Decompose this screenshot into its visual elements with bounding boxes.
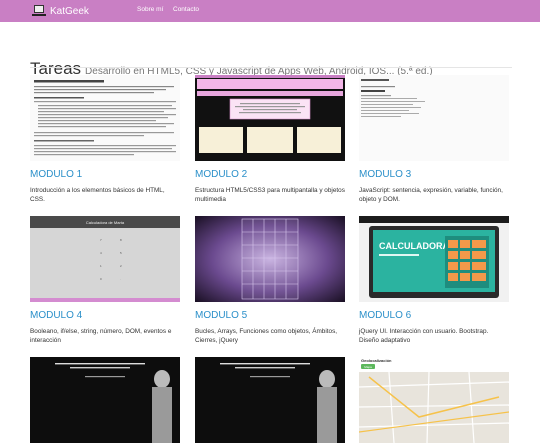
module-thumbnail[interactable]: CALCULADORA bbox=[359, 216, 509, 302]
purple-tile-grid-image bbox=[195, 216, 345, 302]
nav-link-contact[interactable]: Contacto bbox=[173, 6, 199, 13]
module-thumbnail[interactable] bbox=[359, 75, 509, 161]
module-thumbnail[interactable] bbox=[195, 357, 345, 443]
thumbnail-caption: CALCULADORA bbox=[379, 241, 449, 251]
module-description: Booleano, if/else, string, número, DOM, … bbox=[30, 328, 172, 344]
brand-link[interactable]: KatGeek bbox=[31, 3, 89, 19]
dark-quote-statue-image bbox=[195, 357, 345, 443]
calculator-app-phone-image: CALCULADORA bbox=[359, 216, 509, 302]
module-title[interactable]: MODULO 1 bbox=[30, 169, 82, 180]
calculator-grid-image: Calculadora de Marta 78 45 12 0. bbox=[30, 216, 180, 302]
laptop-icon bbox=[32, 5, 46, 16]
top-navbar: KatGeek Sobre mí Contacto bbox=[0, 0, 540, 22]
module-thumbnail[interactable]: Calculadora de Marta 78 45 12 0. bbox=[30, 216, 180, 302]
nav-link-about[interactable]: Sobre mí bbox=[137, 6, 163, 13]
module-thumbnail[interactable] bbox=[195, 75, 345, 161]
header-divider bbox=[30, 67, 512, 68]
module-thumbnail[interactable] bbox=[195, 216, 345, 302]
module-description: Introducción a los elementos básicos de … bbox=[30, 187, 165, 203]
module-title[interactable]: MODULO 6 bbox=[359, 310, 411, 321]
module-description: Bucles, Arrays, Funciones como objetos, … bbox=[195, 328, 338, 344]
module-title[interactable]: MODULO 2 bbox=[195, 169, 247, 180]
document-page-image bbox=[30, 75, 180, 161]
dark-quote-statue-image bbox=[30, 357, 180, 443]
module-title[interactable]: MODULO 3 bbox=[359, 169, 411, 180]
code-listing-page-image bbox=[359, 75, 509, 161]
module-title[interactable]: MODULO 4 bbox=[30, 310, 82, 321]
module-description: Estructura HTML5/CSS3 para multipantalla… bbox=[195, 187, 345, 203]
module-title[interactable]: MODULO 5 bbox=[195, 310, 247, 321]
brand-name: KatGeek bbox=[50, 5, 89, 17]
thumbnail-caption: Geolocalización bbox=[361, 358, 392, 363]
module-thumbnail[interactable] bbox=[30, 75, 180, 161]
module-description: JavaScript: sentencia, expresión, variab… bbox=[359, 187, 503, 203]
thumbnail-button-label: Mapa bbox=[364, 365, 372, 369]
dark-layout-page-image bbox=[195, 75, 345, 161]
module-description: jQuery UI. Interacción con usuario. Boot… bbox=[359, 328, 489, 344]
thumbnail-caption: Calculadora de Marta bbox=[86, 220, 125, 225]
geolocation-map-image: Geolocalización Mapa bbox=[359, 357, 509, 443]
module-thumbnail[interactable]: Geolocalización Mapa bbox=[359, 357, 509, 443]
module-thumbnail[interactable] bbox=[30, 357, 180, 443]
